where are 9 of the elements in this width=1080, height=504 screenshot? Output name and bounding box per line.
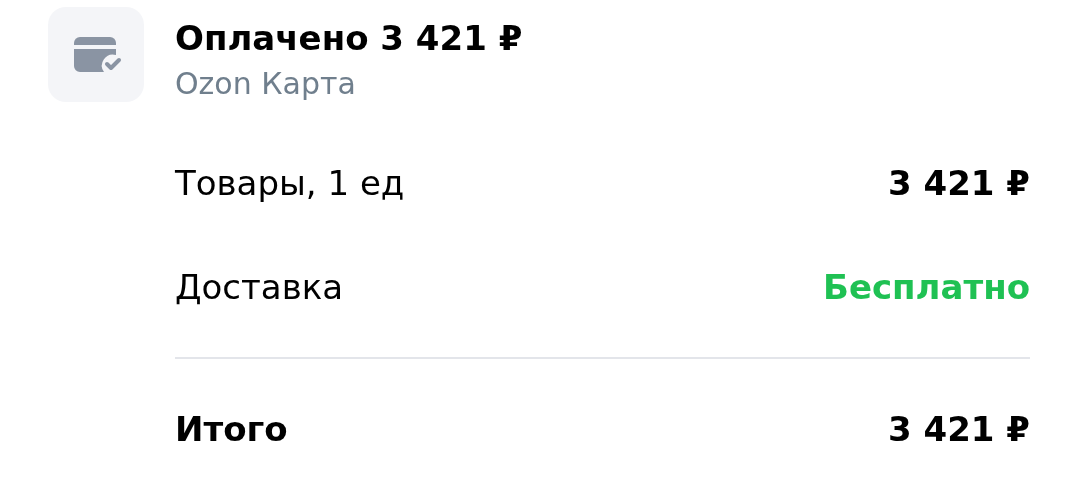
summary-value: Бесплатно — [822, 267, 1030, 307]
payment-title: Оплачено 3 421 ₽ — [175, 17, 523, 60]
summary-value: 3 421 ₽ — [888, 163, 1030, 203]
total-value: 3 421 ₽ — [888, 409, 1030, 449]
total-label: Итого — [175, 409, 288, 449]
summary-label: Доставка — [175, 267, 344, 307]
payment-method: Ozon Карта — [175, 65, 357, 103]
card-check-icon — [74, 36, 122, 73]
summary-label: Товары, 1 ед — [175, 163, 405, 203]
